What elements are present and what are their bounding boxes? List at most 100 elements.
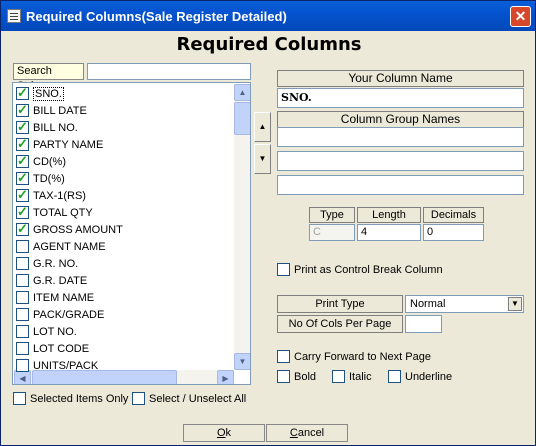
list-item[interactable]: TD(%) [16, 170, 234, 187]
list-item-checkbox[interactable] [16, 119, 29, 135]
type-label: Type [309, 207, 355, 223]
list-item-label: SNO. [33, 86, 64, 101]
list-item[interactable]: PARTY NAME [16, 136, 234, 153]
list-vertical-scrollbar[interactable]: ▲ ▼ [234, 84, 250, 370]
list-item[interactable]: SNO. [16, 85, 234, 102]
list-item-checkbox[interactable] [16, 136, 29, 152]
list-item-checkbox[interactable] [16, 170, 29, 186]
cancel-button[interactable]: Cancel [266, 424, 348, 442]
list-item-label: ITEM NAME [33, 291, 95, 304]
control-break-label: Print as Control Break Column [294, 263, 443, 276]
carry-forward-checkbox[interactable] [277, 350, 290, 363]
list-item-checkbox[interactable] [16, 308, 29, 321]
control-break-checkbox[interactable] [277, 263, 290, 276]
list-item-checkbox[interactable] [16, 325, 29, 338]
scroll-thumb[interactable] [234, 102, 250, 135]
list-item[interactable]: GROSS AMOUNT [16, 221, 234, 238]
print-type-label: Print Type [277, 295, 403, 313]
underline-option[interactable]: Underline [388, 370, 452, 383]
list-item-label: GROSS AMOUNT [33, 223, 123, 236]
list-item-label: PARTY NAME [33, 138, 104, 151]
decimals-input[interactable]: 0 [423, 224, 484, 241]
italic-checkbox[interactable] [332, 370, 345, 383]
group-name-input-3[interactable] [277, 175, 524, 195]
scroll-up-button[interactable]: ▲ [234, 84, 250, 101]
list-item[interactable]: LOT CODE [16, 340, 234, 357]
list-item-label: BILL DATE [33, 104, 87, 117]
list-item[interactable]: BILL DATE [16, 102, 234, 119]
selected-only-option[interactable]: Selected Items Only [13, 392, 128, 405]
list-item[interactable]: TAX-1(RS) [16, 187, 234, 204]
list-item[interactable]: AGENT NAME [16, 238, 234, 255]
list-item-checkbox[interactable] [16, 187, 29, 203]
list-item-label: G.R. DATE [33, 274, 88, 287]
title-bar[interactable]: Required Columns(Sale Register Detailed)… [1, 1, 535, 31]
list-item[interactable]: ITEM NAME [16, 289, 234, 306]
chevron-down-icon[interactable]: ▼ [508, 297, 522, 311]
dialog-window: Required Columns(Sale Register Detailed)… [0, 0, 536, 446]
length-input[interactable]: 4 [357, 224, 421, 241]
underline-label: Underline [405, 370, 453, 383]
decimals-label: Decimals [423, 207, 484, 223]
your-column-name-input[interactable]: SNO. [277, 88, 524, 108]
italic-option[interactable]: Italic [332, 370, 372, 383]
ok-button[interactable]: Ok [183, 424, 265, 442]
select-all-option[interactable]: Select / Unselect All [132, 392, 246, 405]
print-type-select[interactable]: Normal ▼ [405, 295, 524, 313]
italic-label: Italic [349, 370, 372, 383]
your-column-name-label: Your Column Name [277, 70, 524, 87]
cols-per-page-label: No Of Cols Per Page [277, 315, 403, 333]
group-name-input-2[interactable] [277, 151, 524, 171]
list-item-label: G.R. NO. [33, 257, 79, 270]
type-input[interactable]: C [309, 224, 355, 241]
list-item-checkbox[interactable] [16, 359, 29, 372]
list-item-label: PACK/GRADE [33, 308, 105, 321]
select-all-checkbox[interactable] [132, 392, 145, 405]
list-item[interactable]: TOTAL QTY [16, 204, 234, 221]
group-name-input-1[interactable] [277, 127, 524, 147]
list-item-label: UNITS/PACK [33, 359, 99, 372]
selected-only-checkbox[interactable] [13, 392, 26, 405]
list-item[interactable]: CD(%) [16, 153, 234, 170]
move-down-button[interactable]: ▼ [254, 144, 271, 174]
list-item-checkbox[interactable] [16, 221, 29, 237]
close-button[interactable]: ✕ [510, 6, 531, 27]
list-item[interactable]: G.R. DATE [16, 272, 234, 289]
list-item-checkbox[interactable] [16, 153, 29, 169]
list-item-label: AGENT NAME [33, 240, 106, 253]
length-label: Length [357, 207, 421, 223]
list-item[interactable]: BILL NO. [16, 119, 234, 136]
list-item-checkbox[interactable] [16, 85, 29, 101]
list-item-label: TD(%) [33, 172, 65, 185]
columns-list[interactable]: ▲ ▼ ◀ ▶ SNO.BILL DATEBILL NO.PARTY NAMEC… [12, 82, 251, 385]
underline-checkbox[interactable] [388, 370, 401, 383]
list-item[interactable]: UNITS/PACK [16, 357, 234, 374]
list-item-checkbox[interactable] [16, 291, 29, 304]
list-item-checkbox[interactable] [16, 342, 29, 355]
control-break-option[interactable]: Print as Control Break Column [277, 263, 443, 276]
search-label: Search String [13, 63, 84, 92]
list-item-checkbox[interactable] [16, 257, 29, 270]
search-input[interactable] [87, 63, 251, 80]
cols-per-page-input[interactable] [405, 315, 442, 333]
list-item[interactable]: G.R. NO. [16, 255, 234, 272]
list-item-checkbox[interactable] [16, 274, 29, 287]
move-up-button[interactable]: ▲ [254, 112, 271, 142]
list-item[interactable]: LOT NO. [16, 323, 234, 340]
list-item-checkbox[interactable] [16, 102, 29, 118]
window-title: Required Columns(Sale Register Detailed) [26, 9, 287, 24]
list-item[interactable]: PACK/GRADE [16, 306, 234, 323]
carry-forward-label: Carry Forward to Next Page [294, 350, 431, 363]
list-item-label: TAX-1(RS) [33, 189, 86, 202]
list-item-label: TOTAL QTY [33, 206, 93, 219]
list-item-label: BILL NO. [33, 121, 78, 134]
bold-label: Bold [294, 370, 317, 383]
scroll-down-button[interactable]: ▼ [234, 353, 250, 370]
list-item-label: LOT CODE [33, 342, 90, 355]
print-type-value: Normal [410, 298, 446, 310]
bold-checkbox[interactable] [277, 370, 290, 383]
list-item-checkbox[interactable] [16, 204, 29, 220]
bold-option[interactable]: Bold [277, 370, 316, 383]
list-item-checkbox[interactable] [16, 240, 29, 253]
carry-forward-option[interactable]: Carry Forward to Next Page [277, 350, 431, 363]
